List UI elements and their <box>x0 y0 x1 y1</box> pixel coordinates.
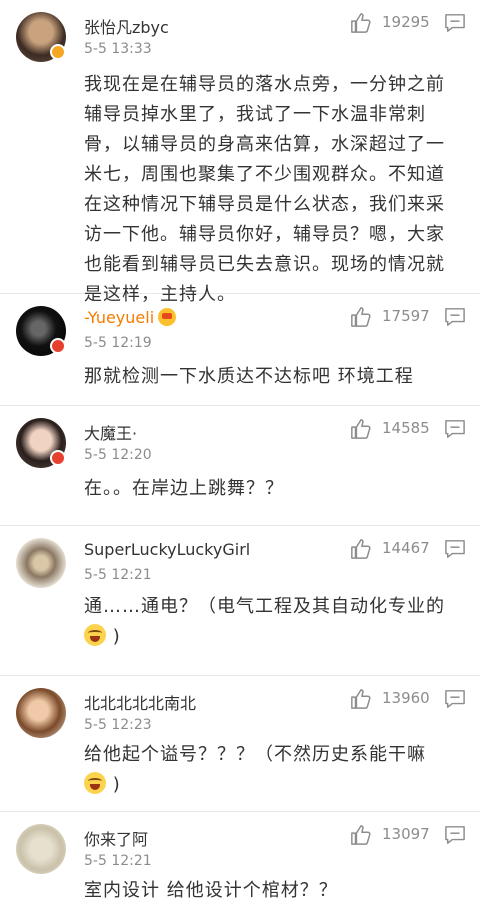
avatar[interactable] <box>16 538 66 588</box>
comment-text-line: 我现在是在辅导员的落水点旁，一分钟之前 <box>84 74 445 95</box>
comment-text-tail: ) <box>112 774 121 795</box>
comment-text-line: 也能看到辅导员已失去意识。现场的情况就 <box>84 254 445 275</box>
laughing-tears-emoji <box>84 624 106 646</box>
verified-badge-icon <box>50 44 66 60</box>
comment-icon[interactable] <box>444 539 466 559</box>
comment-text: 那就检测一下水质达不达标吧 环境工程 <box>84 362 456 392</box>
comment-item: 张怡凡zbyc 5-5 13:33 19295 我现在是在辅导员的落水点旁，一分… <box>0 0 480 305</box>
thumbs-up-icon[interactable] <box>350 12 372 34</box>
comment-icon[interactable] <box>444 419 466 439</box>
comment-text-line: 米七，周围也聚集了不少围观群众。不知道 <box>84 164 445 185</box>
member-badge-icon <box>50 450 66 466</box>
comment-time: 5-5 12:20 <box>84 447 152 463</box>
comment-text: 室内设计 给他设计个棺材？？ <box>84 876 456 906</box>
comment-time: 5-5 12:23 <box>84 717 152 733</box>
comment-icon[interactable] <box>444 13 466 33</box>
comment-text-line: ) <box>84 622 456 652</box>
comment-text-line: 那就检测一下水质达不达标吧 环境工程 <box>84 366 414 387</box>
thumbs-up-icon[interactable] <box>350 306 372 328</box>
comment-item: -Yueyueli 5-5 12:19 17597 那就检测一下水质达不达标吧 … <box>0 294 480 406</box>
comment-text-line: 辅导员掉水里了，我试了一下水温非常刺 <box>84 104 426 125</box>
avatar[interactable] <box>16 688 66 738</box>
comment-icon[interactable] <box>444 689 466 709</box>
commenter-name[interactable]: 北北北北北南北 <box>84 690 196 714</box>
thumbs-up-icon[interactable] <box>350 538 372 560</box>
comment-text-line: 在。。在岸边上跳舞？？ <box>84 478 284 499</box>
comment-text-line: ) <box>84 770 456 800</box>
comment-time: 5-5 12:21 <box>84 567 152 583</box>
comment-icon[interactable] <box>444 307 466 327</box>
comment-text-line: 通……通电？（电气工程及其自动化专业的 <box>84 596 445 617</box>
commenter-name[interactable]: -Yueyueli <box>84 308 177 327</box>
comment-item: 大魔王· 5-5 12:20 14585 在。。在岸边上跳舞？？ <box>0 406 480 526</box>
like-count: 14467 <box>382 539 430 557</box>
vip-icon <box>158 308 177 326</box>
comment-text-line: 骨，以辅导员的身高来估算，水深超过了一 <box>84 134 445 155</box>
comment-text: 通……通电？（电气工程及其自动化专业的 ) <box>84 592 456 652</box>
commenter-name[interactable]: 大魔王· <box>84 420 137 444</box>
comment-time: 5-5 12:21 <box>84 853 152 869</box>
comment-item: 北北北北北南北 5-5 12:23 13960 给他起个谥号？？？（不然历史系能… <box>0 676 480 812</box>
comment-text-line: 给他起个谥号？？？（不然历史系能干嘛 <box>84 744 426 765</box>
thumbs-up-icon[interactable] <box>350 824 372 846</box>
like-count: 13960 <box>382 689 430 707</box>
like-count: 13097 <box>382 825 430 843</box>
comment-time: 5-5 13:33 <box>84 41 152 57</box>
comment-time: 5-5 12:19 <box>84 335 152 351</box>
comment-text: 给他起个谥号？？？（不然历史系能干嘛 ) <box>84 740 456 800</box>
like-count: 14585 <box>382 419 430 437</box>
comment-icon[interactable] <box>444 825 466 845</box>
comment-text-line: 在这种情况下辅导员是什么状态，我们来采 <box>84 194 445 215</box>
comment-item: 你来了阿 5-5 12:21 13097 室内设计 给他设计个棺材？？ <box>0 812 480 920</box>
like-count: 17597 <box>382 307 430 325</box>
like-count: 19295 <box>382 13 430 31</box>
commenter-name-text: -Yueyueli <box>84 308 155 327</box>
laughing-tears-emoji <box>84 772 106 794</box>
comment-text-line: 室内设计 给他设计个棺材？？ <box>84 880 338 901</box>
commenter-name[interactable]: 张怡凡zbyc <box>84 14 169 38</box>
thumbs-up-icon[interactable] <box>350 418 372 440</box>
comment-text-tail: ) <box>112 626 121 647</box>
comment-text-line: 访一下他。辅导员你好，辅导员？嗯，大家 <box>84 224 445 245</box>
comment-text: 在。。在岸边上跳舞？？ <box>84 474 456 504</box>
commenter-name[interactable]: SuperLuckyLuckyGirl <box>84 540 250 559</box>
comment-text: 我现在是在辅导员的落水点旁，一分钟之前 辅导员掉水里了，我试了一下水温非常刺 骨… <box>84 70 456 310</box>
commenter-name[interactable]: 你来了阿 <box>84 826 148 850</box>
member-badge-icon <box>50 338 66 354</box>
comment-item: SuperLuckyLuckyGirl 5-5 12:21 14467 通……通… <box>0 526 480 676</box>
avatar[interactable] <box>16 824 66 874</box>
thumbs-up-icon[interactable] <box>350 688 372 710</box>
